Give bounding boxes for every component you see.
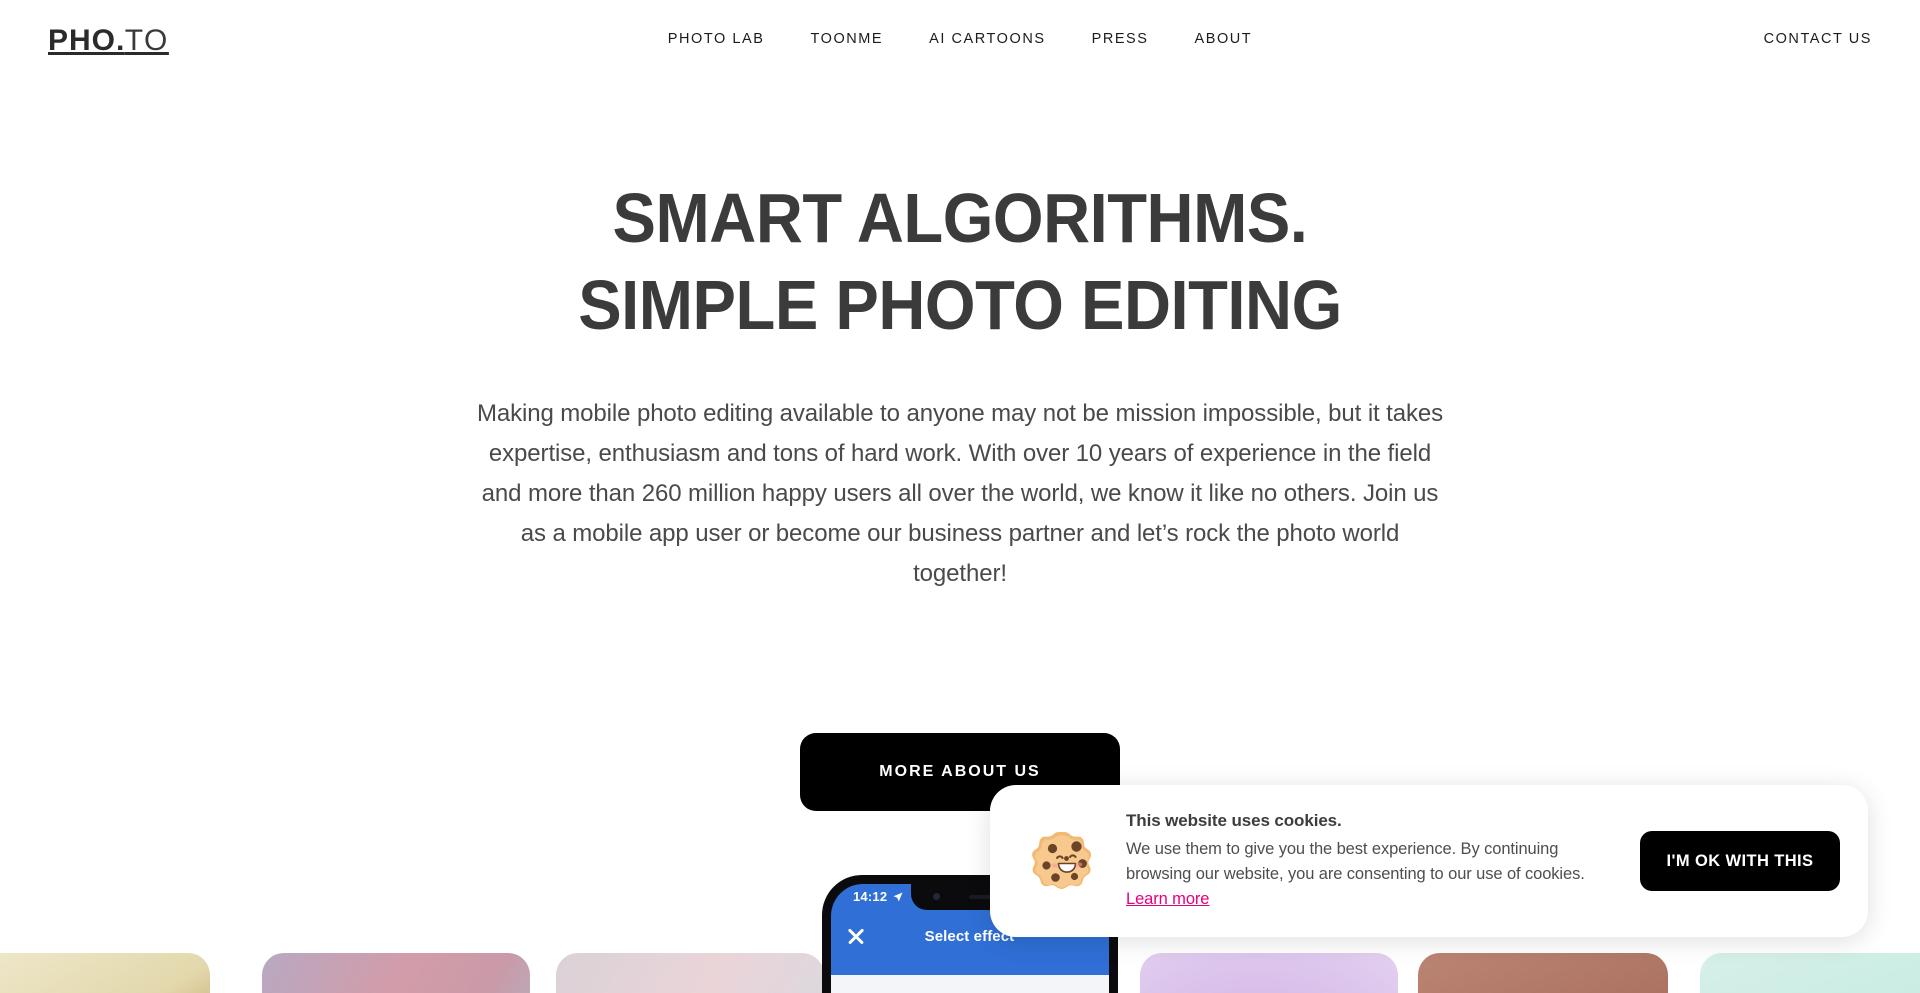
page-title-line-2: SIMPLE PHOTO EDITING (578, 266, 1342, 344)
logo-text-light: TO (124, 24, 169, 57)
cookie-banner-description: We use them to give you the best experie… (1126, 839, 1585, 883)
page-title: SMART ALGORITHMS. SIMPLE PHOTO EDITING (67, 175, 1853, 349)
nav-item-photo-lab[interactable]: PHOTO LAB (668, 31, 765, 47)
hero-paragraph: Making mobile photo editing available to… (476, 400, 1444, 587)
thumb-portrait-pale[interactable] (556, 953, 824, 993)
cookie-banner-text: We use them to give you the best experie… (1126, 837, 1622, 912)
nav-item-press[interactable]: PRESS (1092, 31, 1149, 47)
thumb-portrait-pink[interactable] (262, 953, 530, 993)
cookie-banner-body: This website uses cookies. We use them t… (1126, 811, 1640, 912)
cookie-consent-banner: This website uses cookies. We use them t… (990, 785, 1868, 937)
thumb-rust[interactable] (1418, 953, 1668, 993)
nav-item-about[interactable]: ABOUT (1195, 31, 1253, 47)
nav-item-ai-cartoons[interactable]: AI CARTOONS (929, 31, 1045, 47)
cookie-icon (1028, 825, 1100, 897)
cookie-banner-title: This website uses cookies. (1126, 810, 1342, 830)
thumb-butterflies[interactable] (0, 953, 210, 993)
logo-dot: . (116, 24, 125, 57)
thumb-purple-swirl[interactable] (1140, 953, 1398, 993)
status-bar-time: 14:12 (853, 889, 888, 904)
phone-effect-list (831, 975, 1109, 993)
thumb-mint[interactable] (1700, 953, 1920, 993)
cookie-learn-more-link[interactable]: Learn more (1126, 890, 1209, 908)
logo-text-bold: PHO (48, 24, 117, 57)
nav-item-toonme[interactable]: TOONME (810, 31, 883, 47)
cookie-accept-button[interactable]: I'M OK WITH THIS (1640, 831, 1840, 891)
site-header: PHO.TO PHOTO LAB TOONME AI CARTOONS PRES… (0, 0, 1920, 82)
main-navigation: PHOTO LAB TOONME AI CARTOONS PRESS ABOUT (668, 31, 1252, 47)
location-arrow-icon (892, 891, 904, 903)
site-logo[interactable]: PHO.TO (48, 24, 169, 58)
contact-us-link[interactable]: CONTACT US (1764, 31, 1872, 47)
page-title-line-1: SMART ALGORITHMS. (612, 179, 1308, 257)
